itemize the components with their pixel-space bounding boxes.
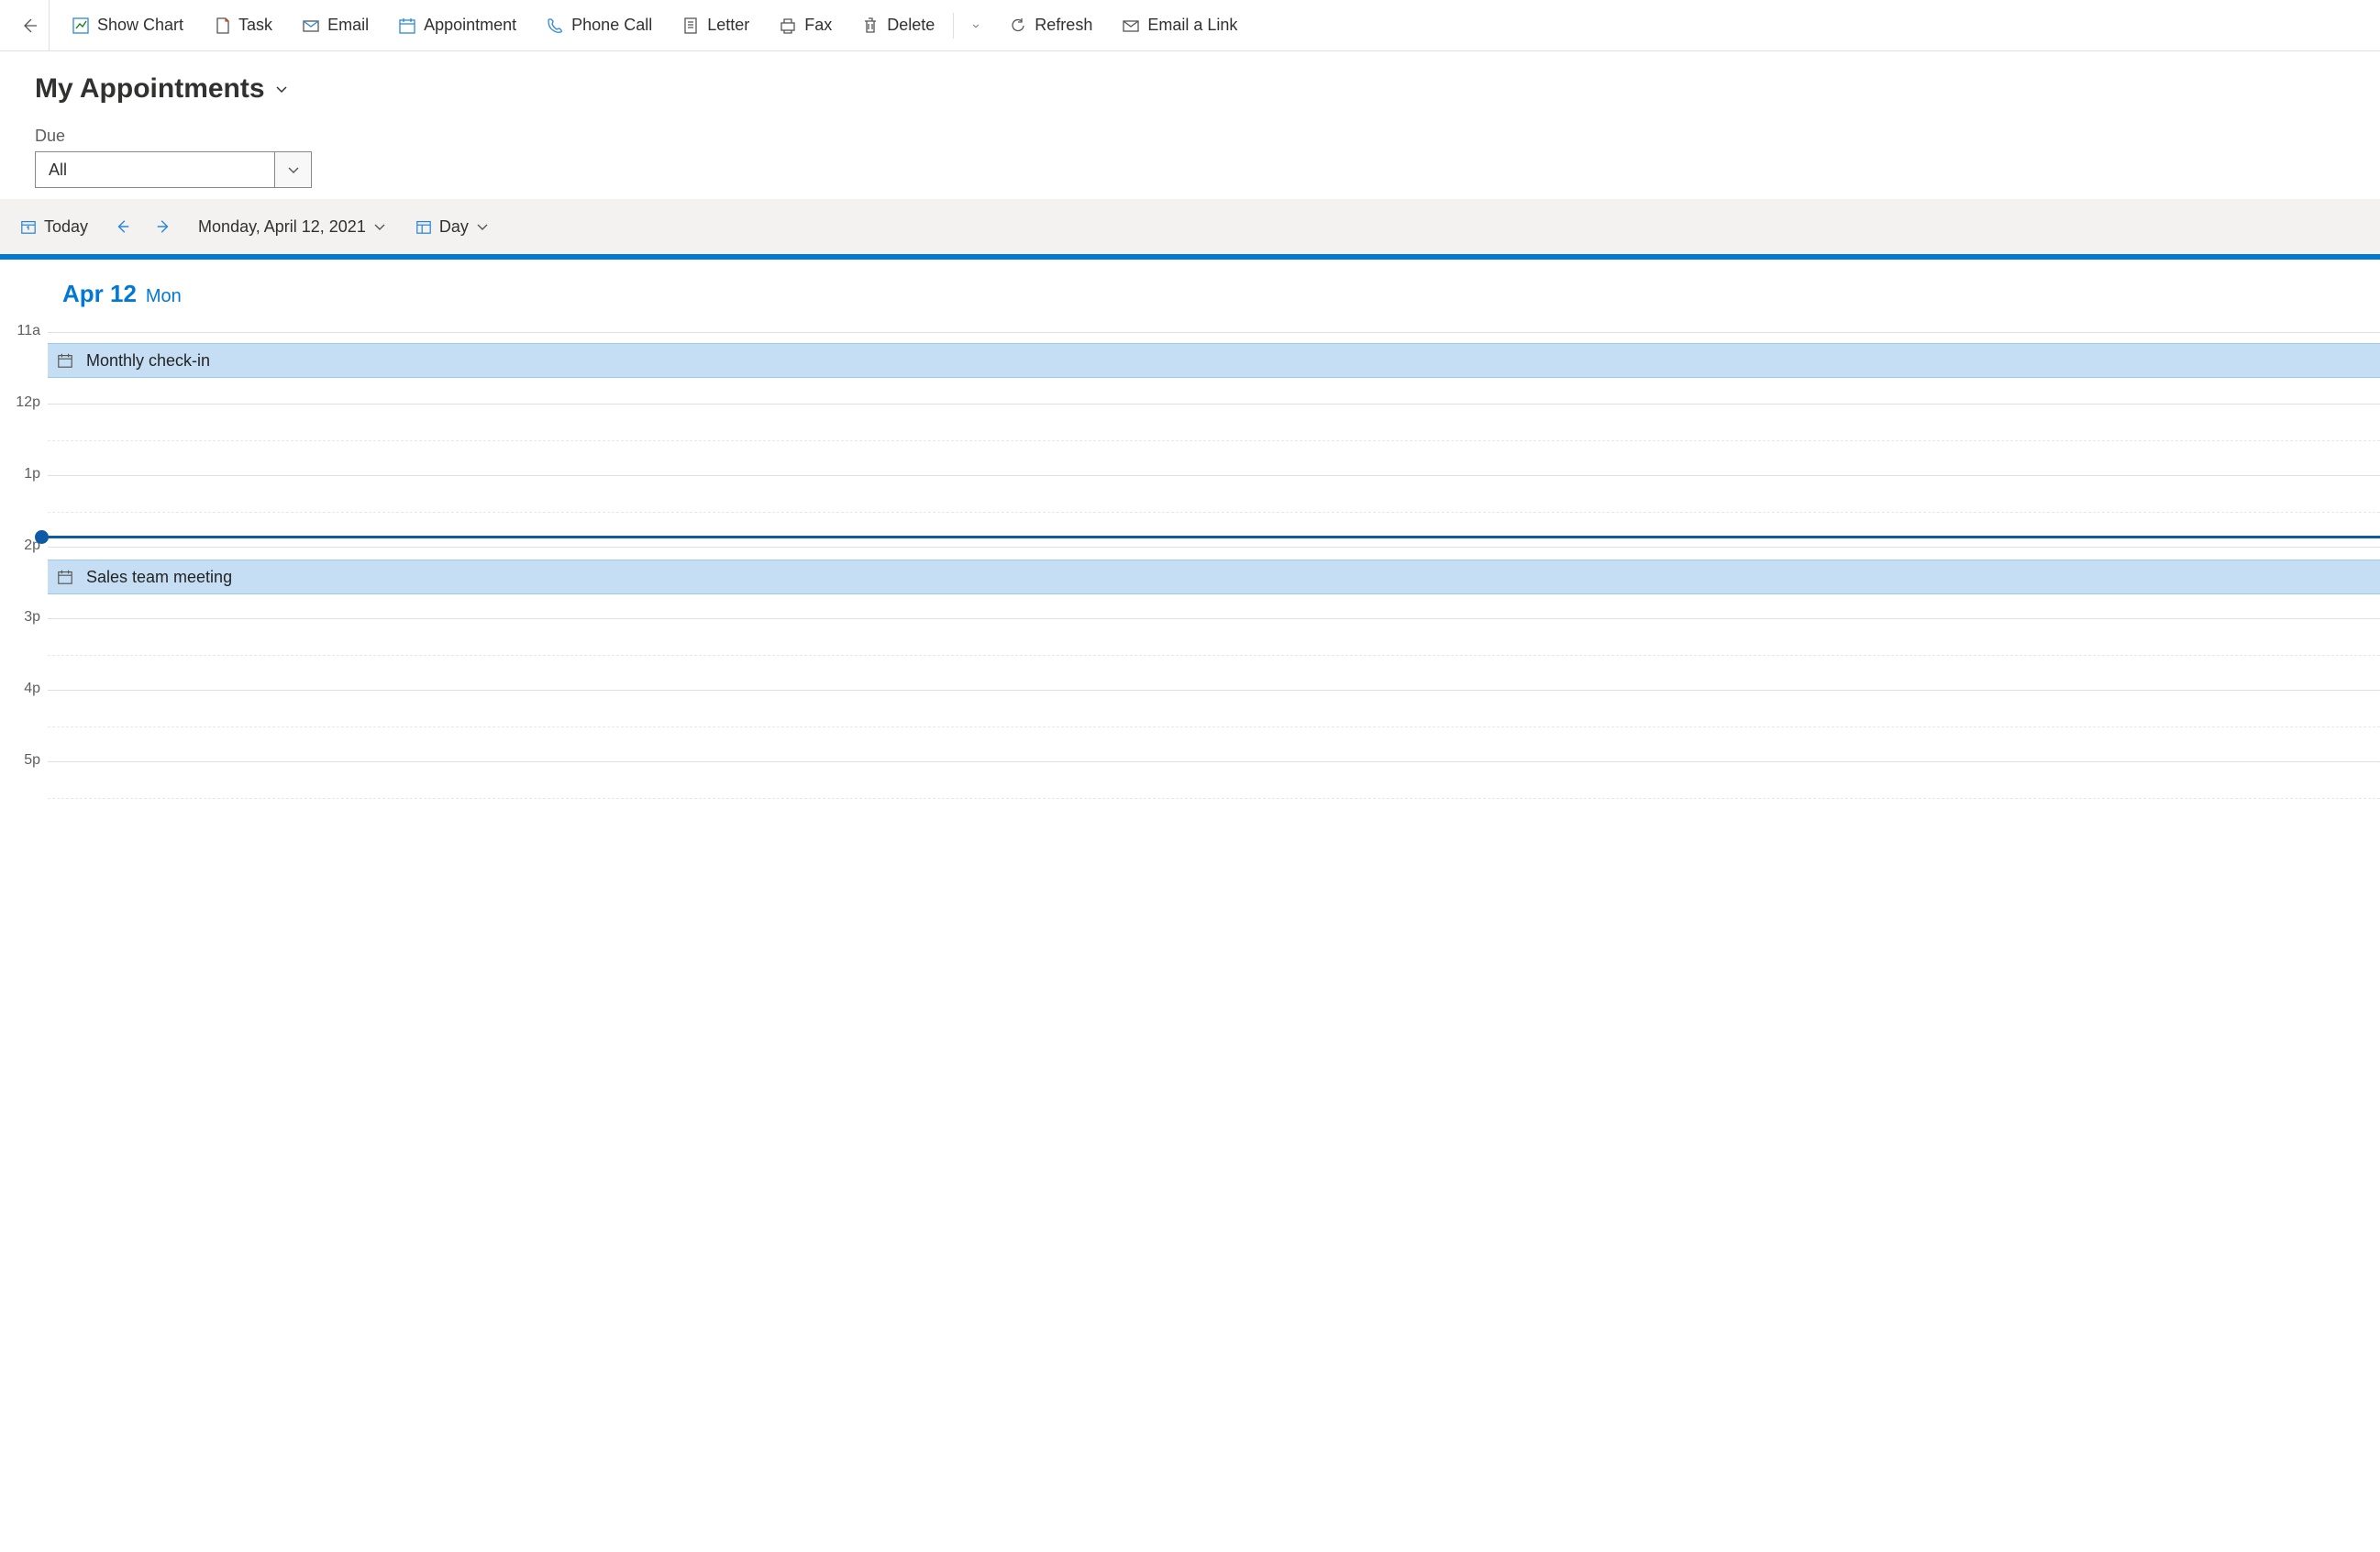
today-label: Today (44, 217, 88, 237)
show-chart-button[interactable]: Show Chart (59, 0, 196, 50)
back-button[interactable] (9, 0, 50, 50)
view-mode-button[interactable]: Day (403, 208, 502, 245)
appointment-label: Appointment (424, 16, 516, 35)
letter-button[interactable]: Letter (669, 0, 762, 50)
calendar-grid[interactable]: 11a12p1p2p3p4p5pMonthly check-inSales te… (0, 332, 2380, 833)
task-icon (213, 17, 231, 35)
chart-icon (72, 17, 90, 35)
hour-label: 4p (0, 681, 48, 761)
calendar-icon (57, 569, 73, 585)
view-title-text: My Appointments (35, 73, 265, 105)
calendar-toolbar: Today Monday, April 12, 2021 Day (0, 199, 2380, 254)
task-label: Task (238, 16, 272, 35)
calendar-icon (57, 352, 73, 369)
refresh-icon (1009, 17, 1027, 35)
phone-icon (546, 17, 564, 35)
refresh-button[interactable]: Refresh (996, 0, 1105, 50)
hour-label: 11a (0, 323, 48, 404)
current-time-indicator (42, 536, 2380, 538)
calendar-event[interactable]: Sales team meeting (48, 560, 2380, 594)
hour-row[interactable]: 3p (0, 618, 2380, 690)
email-button[interactable]: Email (289, 0, 382, 50)
calendar-icon (398, 17, 416, 35)
date-picker-button[interactable]: Monday, April 12, 2021 (185, 208, 399, 245)
hour-cell[interactable] (48, 618, 2380, 690)
calendar-event[interactable]: Monthly check-in (48, 343, 2380, 378)
email-link-label: Email a Link (1147, 16, 1237, 35)
view-mode-label: Day (439, 217, 469, 237)
event-title: Monthly check-in (86, 351, 210, 371)
command-bar: Show Chart Task Email Appointment Phone … (0, 0, 2380, 51)
event-title: Sales team meeting (86, 568, 232, 587)
show-chart-label: Show Chart (97, 16, 183, 35)
trash-icon (861, 17, 880, 35)
chevron-down-icon (274, 82, 289, 96)
fax-icon (779, 17, 797, 35)
current-time-dot (35, 530, 49, 544)
delete-button[interactable]: Delete (848, 0, 947, 50)
overflow-button[interactable] (959, 0, 992, 50)
view-header: My Appointments Due All (0, 51, 2380, 199)
email-link-icon (1122, 17, 1140, 35)
hour-label: 3p (0, 609, 48, 690)
task-button[interactable]: Task (200, 0, 285, 50)
hour-row[interactable]: 4p (0, 690, 2380, 761)
refresh-label: Refresh (1035, 16, 1092, 35)
arrow-left-icon (115, 218, 131, 235)
hour-row[interactable]: 12p (0, 404, 2380, 475)
appointment-button[interactable]: Appointment (385, 0, 529, 50)
due-filter-value: All (36, 152, 274, 187)
email-label: Email (327, 16, 369, 35)
fax-button[interactable]: Fax (766, 0, 845, 50)
day-header[interactable]: Apr 12 Mon (0, 260, 2380, 332)
phone-call-button[interactable]: Phone Call (533, 0, 665, 50)
phone-call-label: Phone Call (571, 16, 652, 35)
letter-label: Letter (707, 16, 749, 35)
chevron-down-icon (972, 19, 980, 32)
hour-label: 2p (0, 538, 48, 618)
calendar-view-icon (415, 218, 432, 235)
calendar-view: Apr 12 Mon 11a12p1p2p3p4p5pMonthly check… (0, 254, 2380, 833)
email-link-button[interactable]: Email a Link (1109, 0, 1250, 50)
today-button[interactable]: Today (7, 208, 101, 245)
email-icon (302, 17, 320, 35)
next-button[interactable] (145, 208, 182, 245)
chevron-down-icon (373, 220, 386, 233)
day-of-week: Mon (146, 286, 182, 306)
hour-label: 5p (0, 752, 48, 833)
due-filter-label: Due (35, 127, 2345, 146)
hour-row[interactable]: 5p (0, 761, 2380, 833)
due-filter-select[interactable]: All (35, 151, 312, 188)
hour-cell[interactable] (48, 690, 2380, 761)
letter-icon (681, 17, 700, 35)
hour-label: 12p (0, 394, 48, 475)
prev-button[interactable] (105, 208, 141, 245)
fax-label: Fax (804, 16, 832, 35)
delete-label: Delete (887, 16, 935, 35)
view-title-dropdown[interactable]: My Appointments (35, 73, 289, 105)
current-date-label: Monday, April 12, 2021 (198, 217, 366, 237)
arrow-left-icon (20, 17, 39, 35)
day-date: Apr 12 (62, 280, 137, 307)
toolbar-divider (953, 13, 954, 39)
calendar-today-icon (20, 218, 37, 235)
due-filter-caret[interactable] (274, 152, 311, 187)
chevron-down-icon (287, 163, 300, 176)
hour-cell[interactable] (48, 404, 2380, 475)
arrow-right-icon (155, 218, 172, 235)
chevron-down-icon (476, 220, 489, 233)
hour-cell[interactable] (48, 761, 2380, 833)
